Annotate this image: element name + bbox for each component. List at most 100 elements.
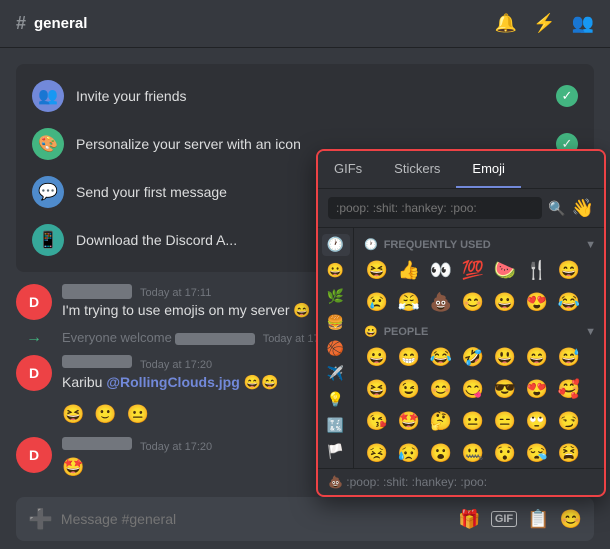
emoji-cell[interactable]: 😆 bbox=[362, 374, 392, 404]
members-icon[interactable]: 👥 bbox=[572, 13, 594, 34]
section-frequent-text: FREQUENTLY USED bbox=[384, 239, 491, 251]
section-label-frequent: 🕐 FREQUENTLY USED ▼ bbox=[362, 234, 596, 255]
msg-time-3: Today at 17:20 bbox=[140, 441, 212, 453]
tab-emoji[interactable]: Emoji bbox=[456, 151, 521, 188]
mention-rolling: @RollingClouds.jpg bbox=[106, 374, 239, 390]
emoji-footer-preview-icon: 💩 bbox=[328, 475, 343, 489]
invite-icon: 👥 bbox=[32, 80, 64, 112]
emoji-cell[interactable]: 😆 bbox=[362, 255, 392, 285]
download-icon: 📱 bbox=[32, 224, 64, 256]
gift-icon[interactable]: 🎁 bbox=[458, 509, 480, 530]
tab-stickers[interactable]: Stickers bbox=[378, 151, 456, 188]
emoji-cell[interactable]: 💩 bbox=[426, 287, 456, 317]
emoji-cell[interactable]: 😀 bbox=[490, 287, 520, 317]
avatar-3: D bbox=[16, 437, 52, 473]
section-label-people: 😀 PEOPLE ▼ bbox=[362, 321, 596, 342]
category-recent[interactable]: 🕐 bbox=[322, 234, 350, 256]
message-input[interactable] bbox=[61, 511, 450, 527]
gif-button[interactable]: GIF bbox=[491, 511, 517, 527]
channel-hash-icon: # bbox=[16, 13, 26, 34]
msg-time-2: Today at 17:20 bbox=[140, 359, 212, 371]
emoji-cell[interactable]: 🤣 bbox=[458, 342, 488, 372]
header-left: # general bbox=[16, 13, 87, 34]
emoji-body: 🕐 😀 🌿 🍔 🏀 ✈️ 💡 🔣 🏳️ 🕐 FREQUENTLY USED ▼ … bbox=[318, 228, 604, 468]
section-people-text: PEOPLE bbox=[384, 326, 429, 338]
section-frequent-chevron[interactable]: ▼ bbox=[585, 239, 596, 251]
header-icons: 🔔 ⚡ 👥 bbox=[495, 13, 594, 34]
emoji-cell[interactable]: 😑 bbox=[490, 406, 520, 436]
emoji-cell[interactable]: 😉 bbox=[394, 374, 424, 404]
emoji-search-bar: 🔍 👋 bbox=[318, 189, 604, 228]
emoji-cell[interactable]: 😪 bbox=[522, 438, 552, 468]
emoji-cell[interactable]: 😐 bbox=[458, 406, 488, 436]
tab-gifs[interactable]: GIFs bbox=[318, 151, 378, 188]
emoji-cell[interactable]: 😏 bbox=[554, 406, 584, 436]
emoji-cell[interactable]: 😎 bbox=[490, 374, 520, 404]
emoji-cell[interactable]: 🤐 bbox=[458, 438, 488, 468]
emoji-cell[interactable]: 😁 bbox=[394, 342, 424, 372]
boost-icon[interactable]: ⚡ bbox=[533, 13, 555, 34]
emoji-cell[interactable]: 😊 bbox=[426, 374, 456, 404]
emoji-picker-button[interactable]: 😊 bbox=[560, 509, 582, 530]
emoji-cell[interactable]: 😘 bbox=[362, 406, 392, 436]
people-emoji-grid: 😀 😁 😂 🤣 😃 😄 😅 😆 😉 😊 😋 😎 😍 🥰 😘 🤩 🤔 😐 😑 bbox=[362, 342, 596, 468]
avatar-1: D bbox=[16, 284, 52, 320]
emoji-cell[interactable]: 😥 bbox=[394, 438, 424, 468]
emoji-category-sidebar: 🕐 😀 🌿 🍔 🏀 ✈️ 💡 🔣 🏳️ bbox=[318, 228, 354, 468]
emoji-cell[interactable]: 😂 bbox=[554, 287, 584, 317]
checklist-item-invite: 👥 Invite your friends ✓ bbox=[16, 72, 594, 120]
emoji-cell[interactable]: 😄 bbox=[554, 255, 584, 285]
category-activities[interactable]: 🏀 bbox=[322, 337, 350, 359]
emoji-cell[interactable]: 🙄 bbox=[522, 406, 552, 436]
emoji-preview-footer: 💩 :poop: :shit: :hankey: :poo: bbox=[318, 468, 604, 495]
frequent-emoji-grid: 😆 👍 👀 💯 🍉 🍴 😄 😢 😤 💩 😊 😀 😍 😂 bbox=[362, 255, 596, 317]
avatar-2: D bbox=[16, 355, 52, 391]
system-arrow-icon: → bbox=[16, 329, 52, 347]
emoji-cell[interactable]: 👀 bbox=[426, 255, 456, 285]
emoji-cell[interactable]: 😤 bbox=[394, 287, 424, 317]
emoji-picker-tabs: GIFs Stickers Emoji bbox=[318, 151, 604, 189]
category-nature[interactable]: 🌿 bbox=[322, 286, 350, 308]
channel-name: general bbox=[34, 15, 87, 32]
emoji-cell[interactable]: 💯 bbox=[458, 255, 488, 285]
emoji-search-input[interactable] bbox=[328, 197, 542, 219]
emoji-cell[interactable]: 😮 bbox=[426, 438, 456, 468]
emoji-cell[interactable]: 😃 bbox=[490, 342, 520, 372]
emoji-cell[interactable]: 🍉 bbox=[490, 255, 520, 285]
section-people-chevron[interactable]: ▼ bbox=[585, 326, 596, 338]
wave-emoji: 👋 bbox=[572, 198, 594, 219]
invite-text: Invite your friends bbox=[76, 88, 544, 104]
section-frequent-icon: 🕐 bbox=[364, 238, 378, 251]
emoji-cell[interactable]: 👍 bbox=[394, 255, 424, 285]
emoji-cell[interactable]: 🥰 bbox=[554, 374, 584, 404]
emoji-footer-text: :poop: :shit: :hankey: :poo: bbox=[346, 475, 487, 489]
emoji-cell[interactable]: 😍 bbox=[522, 287, 552, 317]
emoji-cell[interactable]: 😅 bbox=[554, 342, 584, 372]
category-symbols[interactable]: 🔣 bbox=[322, 414, 350, 436]
emoji-cell[interactable]: 😯 bbox=[490, 438, 520, 468]
emoji-cell[interactable]: 😣 bbox=[362, 438, 392, 468]
sticker-icon[interactable]: 📋 bbox=[527, 509, 549, 530]
notifications-icon[interactable]: 🔔 bbox=[495, 13, 517, 34]
emoji-cell[interactable]: 😫 bbox=[554, 438, 584, 468]
category-objects[interactable]: 💡 bbox=[322, 389, 350, 411]
category-flags[interactable]: 🏳️ bbox=[322, 440, 350, 462]
msg-time-1: Today at 17:11 bbox=[140, 287, 211, 299]
emoji-grid-area: 🕐 FREQUENTLY USED ▼ 😆 👍 👀 💯 🍉 🍴 😄 😢 😤 💩 … bbox=[354, 228, 604, 468]
emoji-cell[interactable]: 😢 bbox=[362, 287, 392, 317]
add-attachment-button[interactable]: ➕ bbox=[28, 507, 53, 532]
emoji-cell[interactable]: 😂 bbox=[426, 342, 456, 372]
emoji-cell[interactable]: 🍴 bbox=[522, 255, 552, 285]
emoji-cell[interactable]: 😄 bbox=[522, 342, 552, 372]
emoji-cell[interactable]: 🤩 bbox=[394, 406, 424, 436]
emoji-cell[interactable]: 😊 bbox=[458, 287, 488, 317]
category-travel[interactable]: ✈️ bbox=[322, 363, 350, 385]
emoji-cell[interactable]: 😀 bbox=[362, 342, 392, 372]
invite-check: ✓ bbox=[556, 85, 578, 107]
emoji-cell[interactable]: 😍 bbox=[522, 374, 552, 404]
category-food[interactable]: 🍔 bbox=[322, 311, 350, 333]
category-people[interactable]: 😀 bbox=[322, 260, 350, 282]
emoji-cell[interactable]: 🤔 bbox=[426, 406, 456, 436]
emoji-cell[interactable]: 😋 bbox=[458, 374, 488, 404]
search-icon: 🔍 bbox=[548, 200, 565, 217]
